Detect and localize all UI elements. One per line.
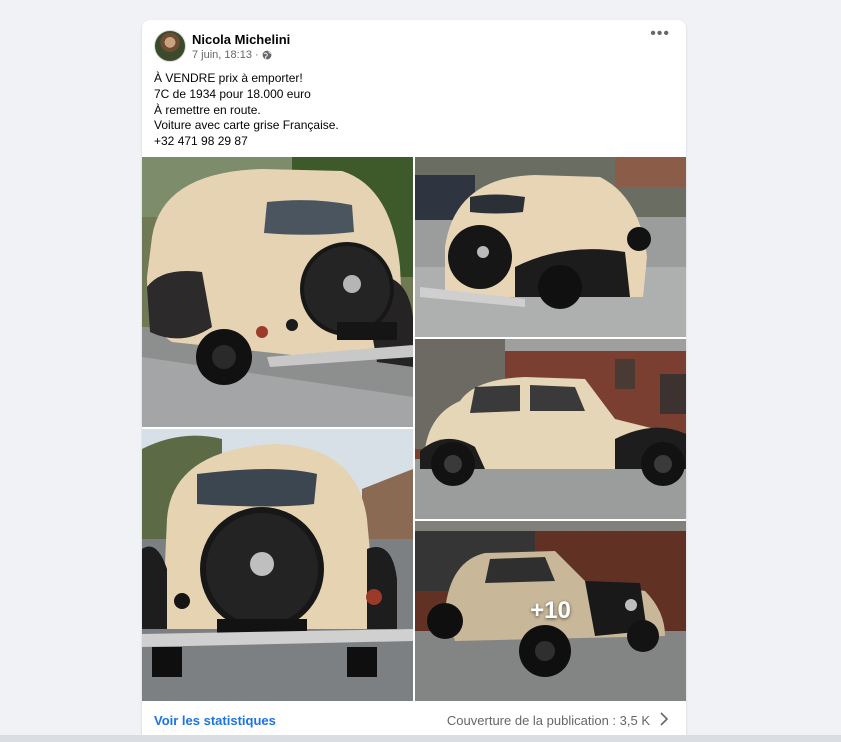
photo-4[interactable]: [142, 429, 413, 701]
photo-2[interactable]: [415, 157, 686, 337]
post-text-line: À VENDRE prix à emporter!: [154, 71, 303, 85]
post-reach[interactable]: Couverture de la publication : 3,5 K: [447, 713, 650, 728]
post-timestamp[interactable]: 7 juin, 18:13 ·: [192, 49, 259, 61]
view-stats-link[interactable]: Voir les statistiques: [154, 713, 276, 728]
photo-grid: +10: [142, 157, 686, 701]
globe-icon: [262, 50, 272, 60]
post-text-line: 7C de 1934 pour 18.000 euro: [154, 86, 311, 101]
post-meta: 7 juin, 18:13 ·: [192, 49, 272, 61]
post-text-line: À remettre en route.: [154, 102, 261, 117]
post-text-line: Voiture avec carte grise Française.: [154, 118, 339, 133]
post-footer: Voir les statistiques Couverture de la p…: [142, 703, 686, 739]
post-text-line: +32 471 98 29 87: [154, 134, 248, 149]
chevron-right-icon[interactable]: [658, 711, 670, 727]
more-options-icon[interactable]: •••: [650, 26, 670, 42]
post-text: À VENDRE prix à emporter! 7C de 1934 pou…: [154, 71, 339, 150]
author-name[interactable]: Nicola Michelini: [192, 32, 290, 47]
photo-3[interactable]: [415, 339, 686, 519]
post-card: Nicola Michelini 7 juin, 18:13 · ••• À V…: [142, 20, 686, 742]
next-post-edge: [0, 735, 841, 742]
author-avatar[interactable]: [154, 30, 186, 62]
more-photos-count[interactable]: +10: [415, 521, 686, 701]
photo-5-more[interactable]: +10: [415, 521, 686, 701]
photo-1[interactable]: [142, 157, 413, 427]
post-header: Nicola Michelini 7 juin, 18:13 ·: [154, 30, 674, 64]
